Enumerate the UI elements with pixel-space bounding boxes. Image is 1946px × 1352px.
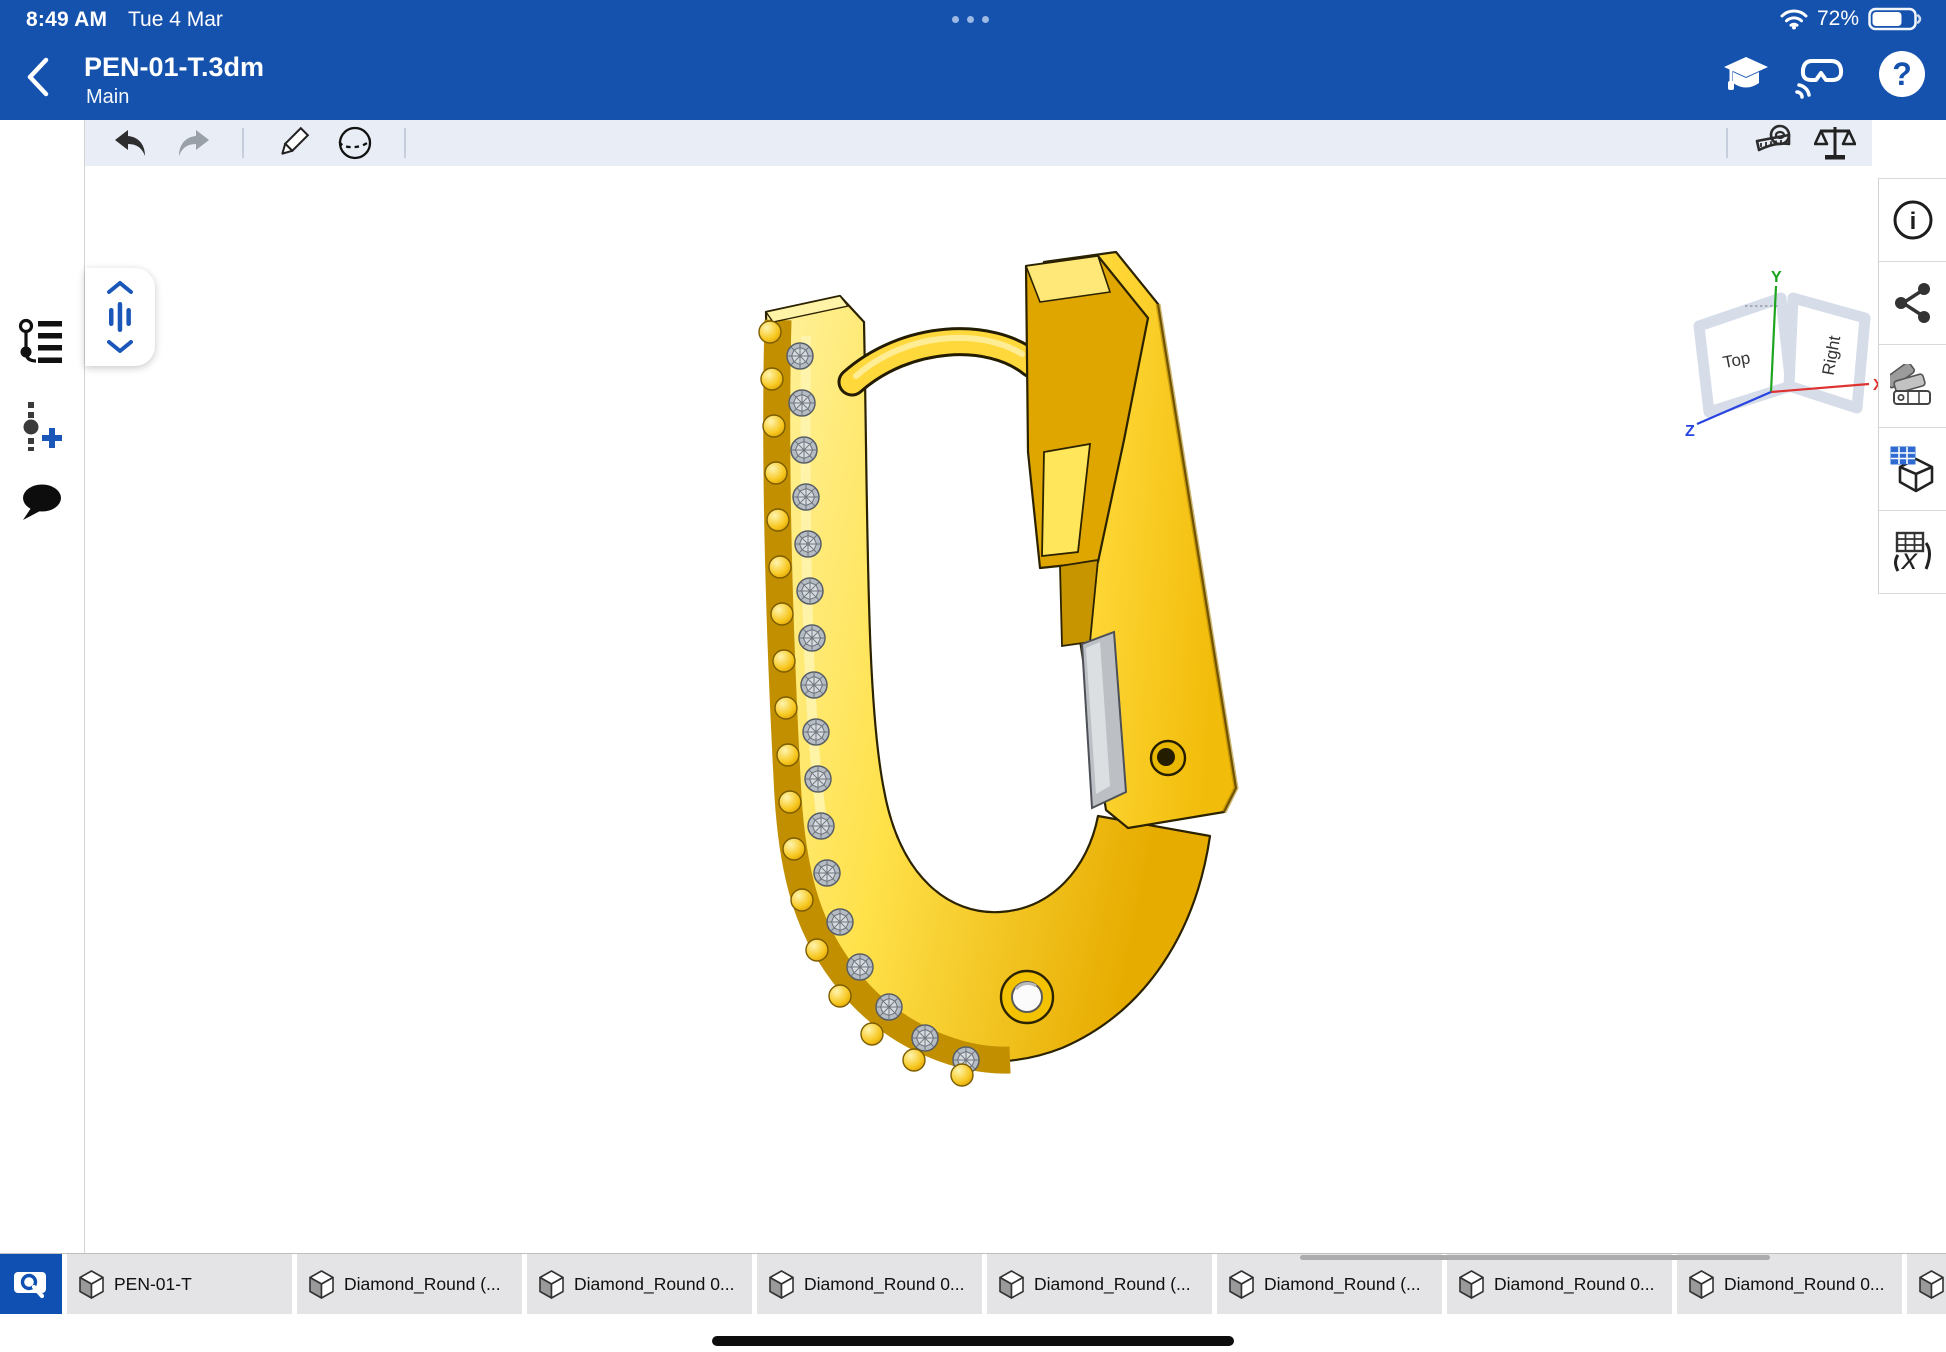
redo-button[interactable] (170, 123, 216, 163)
toolbar-divider (404, 128, 406, 158)
chevron-up-icon[interactable] (105, 280, 135, 296)
block-cube-icon (1688, 1269, 1715, 1300)
block-cube-icon (78, 1269, 105, 1300)
block-cube-icon (1228, 1269, 1255, 1300)
file-tab[interactable]: Diamond_Round 0... (1447, 1254, 1672, 1314)
svg-text:x: x (1900, 543, 1918, 575)
svg-text:i: i (1910, 208, 1917, 235)
block-cube-icon (998, 1269, 1025, 1300)
file-tab[interactable]: Diamond_Round (... (1217, 1254, 1442, 1314)
add-point-icon (18, 401, 64, 451)
display-mode-sphere-button[interactable] (332, 123, 378, 163)
home-indicator[interactable] (712, 1336, 1234, 1346)
file-tab[interactable]: Diamond_Round (... (987, 1254, 1212, 1314)
annotate-pen-button[interactable] (270, 123, 316, 163)
toolbar-divider (242, 128, 244, 158)
add-point-button[interactable] (18, 403, 64, 449)
layer-tree-icon (18, 318, 64, 364)
layers-panel-button[interactable] (18, 318, 64, 364)
toolbar-divider (1726, 128, 1728, 158)
chevron-down-icon[interactable] (105, 338, 135, 354)
file-tab[interactable]: Diamond_Round 0... (757, 1254, 982, 1314)
view-adjust-tab[interactable] (85, 268, 155, 366)
file-strip: PEN-01-T Diamond_Round (... Diamond_Roun… (0, 1253, 1946, 1314)
battery-icon (1868, 7, 1922, 31)
info-icon: i (1891, 198, 1935, 242)
comments-button[interactable] (18, 480, 64, 526)
file-tab[interactable]: Diamond_Round (... (297, 1254, 522, 1314)
undo-button[interactable] (108, 123, 154, 163)
share-icon (1891, 281, 1935, 325)
file-tab[interactable]: Diamond_Round 0... (1677, 1254, 1902, 1314)
block-cube-icon (308, 1269, 335, 1300)
status-date: Tue 4 Mar (128, 8, 223, 32)
unit-scale-button[interactable] (1812, 123, 1858, 163)
share-button[interactable] (1879, 262, 1946, 345)
multitask-dots[interactable] (952, 16, 989, 23)
file-tab-partial[interactable] (1907, 1254, 1946, 1314)
measure-button[interactable] (1752, 123, 1798, 163)
document-title: PEN-01-T.3dm (84, 52, 264, 83)
help-icon: ? (1879, 51, 1925, 97)
block-cube-icon (1918, 1269, 1945, 1300)
status-time: 8:49 AM (26, 8, 107, 32)
display-cube-icon (1890, 445, 1936, 493)
layout-name: Main (86, 86, 129, 109)
search-button[interactable] (0, 1254, 62, 1314)
block-cube-icon (538, 1269, 565, 1300)
battery-percent: 72% (1817, 7, 1859, 31)
wifi-icon (1780, 8, 1808, 30)
ar-view-button[interactable] (1798, 48, 1850, 100)
right-sidebar: i (1878, 178, 1946, 594)
left-sidebar (0, 120, 85, 1253)
graduation-cap-icon (1721, 51, 1771, 97)
axis-y-label: Y (1771, 269, 1782, 286)
info-button[interactable]: i (1879, 178, 1946, 262)
top-blue-bar: 8:49 AM Tue 4 Mar 72% (0, 0, 1946, 120)
back-button[interactable] (18, 52, 62, 102)
view-cube[interactable]: Top Right Y X Z (1683, 266, 1889, 452)
block-cube-icon (1458, 1269, 1485, 1300)
ar-goggles-icon (1795, 49, 1853, 99)
file-tab[interactable]: Diamond_Round 0... (527, 1254, 752, 1314)
named-expressions-button[interactable]: x (1879, 511, 1946, 594)
file-strip-scrollbar[interactable] (1300, 1255, 1770, 1260)
3d-viewport[interactable]: Top Right Y X Z (85, 166, 1878, 1253)
help-button[interactable]: ? (1876, 48, 1928, 100)
axis-z-label: Z (1685, 423, 1695, 440)
sliders-icon[interactable] (105, 300, 135, 334)
status-bar: 8:49 AM Tue 4 Mar 72% (0, 0, 1946, 41)
status-indicators: 72% (1780, 7, 1922, 31)
comment-bubble-icon (18, 482, 64, 524)
expressions-fx-icon: x (1890, 529, 1936, 575)
materials-button[interactable] (1879, 345, 1946, 428)
search-magnifier-icon (11, 1264, 51, 1304)
block-cube-icon (768, 1269, 795, 1300)
file-tab[interactable]: PEN-01-T (67, 1254, 292, 1314)
viewport-toolbar (84, 120, 1872, 166)
display-modes-button[interactable] (1879, 428, 1946, 511)
materials-swatches-icon (1890, 364, 1936, 408)
earring-model (540, 196, 1330, 1186)
learn-button[interactable] (1720, 48, 1772, 100)
